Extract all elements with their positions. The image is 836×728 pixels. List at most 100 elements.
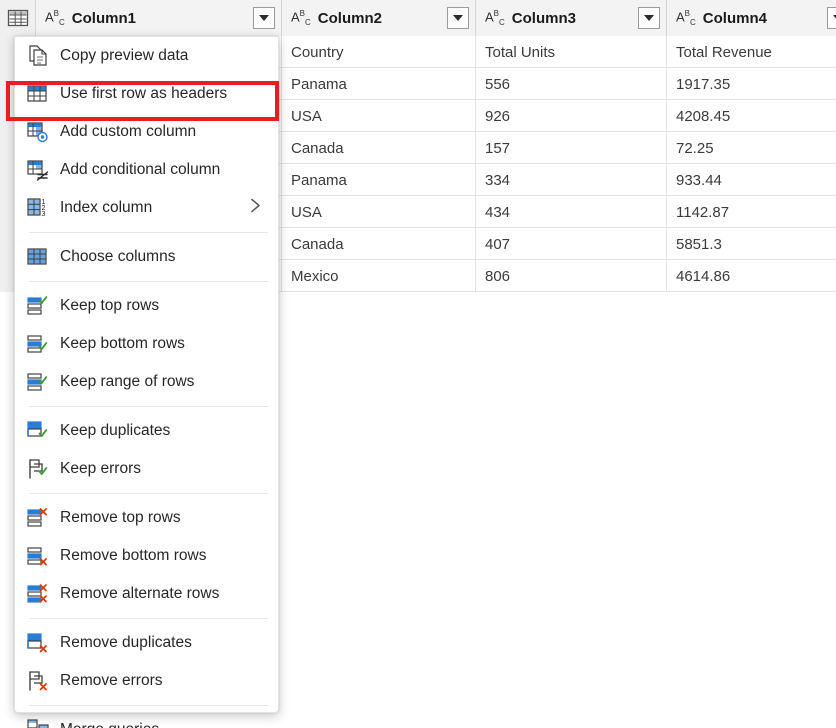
menu-item-index-column[interactable]: 123 Index column [15,189,278,227]
remove-errors-icon [23,668,53,694]
menu-item-keep-top-rows[interactable]: Keep top rows [15,287,278,325]
menu-item-label: Add custom column [60,123,196,141]
table-cell[interactable]: 556 [476,68,667,100]
column-header-column4[interactable]: ABC Column4 [667,0,836,36]
add-conditional-column-icon [23,157,53,183]
table-cell[interactable]: 434 [476,196,667,228]
menu-separator [29,232,268,233]
remove-duplicates-icon [23,630,53,656]
menu-item-keep-range-of-rows[interactable]: Keep range of rows [15,363,278,401]
table-cell[interactable]: 4208.45 [667,100,836,132]
keep-errors-icon [23,456,53,482]
chevron-down-icon [259,15,269,21]
table-cell[interactable]: 72.25 [667,132,836,164]
column-filter-button-column3[interactable] [638,7,660,29]
table-cell[interactable]: USA [282,100,476,132]
menu-item-label: Copy preview data [60,47,188,65]
remove-alternate-rows-icon [23,581,53,607]
column-header-column1[interactable]: ABC Column1 [36,0,282,36]
remove-top-rows-icon [23,505,53,531]
table-cell[interactable]: 157 [476,132,667,164]
menu-item-use-first-row-headers[interactable]: Use first row as headers [15,75,278,113]
menu-item-label: Keep errors [60,460,141,478]
menu-item-add-conditional-column[interactable]: Add conditional column [15,151,278,189]
menu-item-label: Merge queries [60,721,159,728]
chevron-down-icon [644,15,654,21]
table-cell[interactable]: 4614.86 [667,260,836,292]
column-header-column2[interactable]: ABC Column2 [282,0,476,36]
table-cell[interactable]: 1142.87 [667,196,836,228]
table-cell[interactable]: USA [282,196,476,228]
table-cell[interactable]: Country [282,36,476,68]
menu-item-label: Remove alternate rows [60,585,219,603]
table-cell[interactable]: 407 [476,228,667,260]
table-cell[interactable]: Total Revenue [667,36,836,68]
column-filter-button-column4[interactable] [827,7,836,29]
menu-item-merge-queries[interactable]: Merge queries [15,711,278,728]
table-cell[interactable]: Panama [282,164,476,196]
menu-item-remove-duplicates[interactable]: Remove duplicates [15,624,278,662]
menu-item-remove-alternate-rows[interactable]: Remove alternate rows [15,575,278,613]
menu-item-copy-preview-data[interactable]: Copy preview data [15,37,278,75]
menu-item-remove-bottom-rows[interactable]: Remove bottom rows [15,537,278,575]
menu-item-label: Remove duplicates [60,634,192,652]
keep-range-rows-icon [23,369,53,395]
svg-text:3: 3 [42,211,46,218]
choose-columns-icon [23,244,53,270]
table-cell[interactable]: 933.44 [667,164,836,196]
menu-separator [29,618,268,619]
column-header-label: Column1 [72,10,136,27]
table-corner-icon [7,9,29,27]
menu-item-remove-top-rows[interactable]: Remove top rows [15,499,278,537]
table-cell[interactable]: Total Units [476,36,667,68]
menu-item-label: Keep bottom rows [60,335,185,353]
menu-item-add-custom-column[interactable]: Add custom column [15,113,278,151]
table-cell[interactable]: 806 [476,260,667,292]
index-column-icon: 123 [23,195,53,221]
use-first-row-icon [23,81,53,107]
column-header-label: Column4 [703,10,767,27]
add-custom-column-icon [23,119,53,145]
column-filter-button-column1[interactable] [253,7,275,29]
menu-separator [29,406,268,407]
keep-duplicates-icon [23,418,53,444]
table-cell[interactable]: Canada [282,228,476,260]
chevron-right-icon [250,198,261,219]
menu-separator [29,281,268,282]
keep-bottom-rows-icon [23,331,53,357]
menu-item-keep-errors[interactable]: Keep errors [15,450,278,488]
menu-item-label: Add conditional column [60,161,220,179]
table-cell[interactable]: 1917.35 [667,68,836,100]
table-cell[interactable]: Mexico [282,260,476,292]
column-filter-button-column2[interactable] [447,7,469,29]
menu-item-remove-errors[interactable]: Remove errors [15,662,278,700]
column-type-icon-text: ABC [485,9,505,27]
menu-item-keep-bottom-rows[interactable]: Keep bottom rows [15,325,278,363]
column-type-icon-text: ABC [676,9,696,27]
table-cell[interactable]: Canada [282,132,476,164]
column-context-menu[interactable]: Copy preview data Use first row as header… [14,36,279,713]
column-header-label: Column2 [318,10,382,27]
column-type-icon-text: ABC [291,9,311,27]
table-cell[interactable]: Panama [282,68,476,100]
menu-separator [29,705,268,706]
menu-item-label: Remove top rows [60,509,181,527]
menu-item-label: Use first row as headers [60,85,227,103]
keep-top-rows-icon [23,293,53,319]
menu-item-label: Remove bottom rows [60,547,206,565]
table-cell[interactable]: 926 [476,100,667,132]
remove-bottom-rows-icon [23,543,53,569]
menu-item-label: Keep duplicates [60,422,170,440]
column-type-icon-text: ABC [45,9,65,27]
menu-item-label: Keep top rows [60,297,159,315]
menu-item-label: Keep range of rows [60,373,194,391]
copy-icon [23,43,53,69]
column-header-column3[interactable]: ABCColumn3 [476,0,667,36]
table-cell[interactable]: 5851.3 [667,228,836,260]
menu-item-label: Index column [60,199,152,217]
menu-item-choose-columns[interactable]: Choose columns [15,238,278,276]
menu-item-keep-duplicates[interactable]: Keep duplicates [15,412,278,450]
select-all-table-button[interactable] [0,0,36,36]
table-cell[interactable]: 334 [476,164,667,196]
menu-item-label: Remove errors [60,672,163,690]
